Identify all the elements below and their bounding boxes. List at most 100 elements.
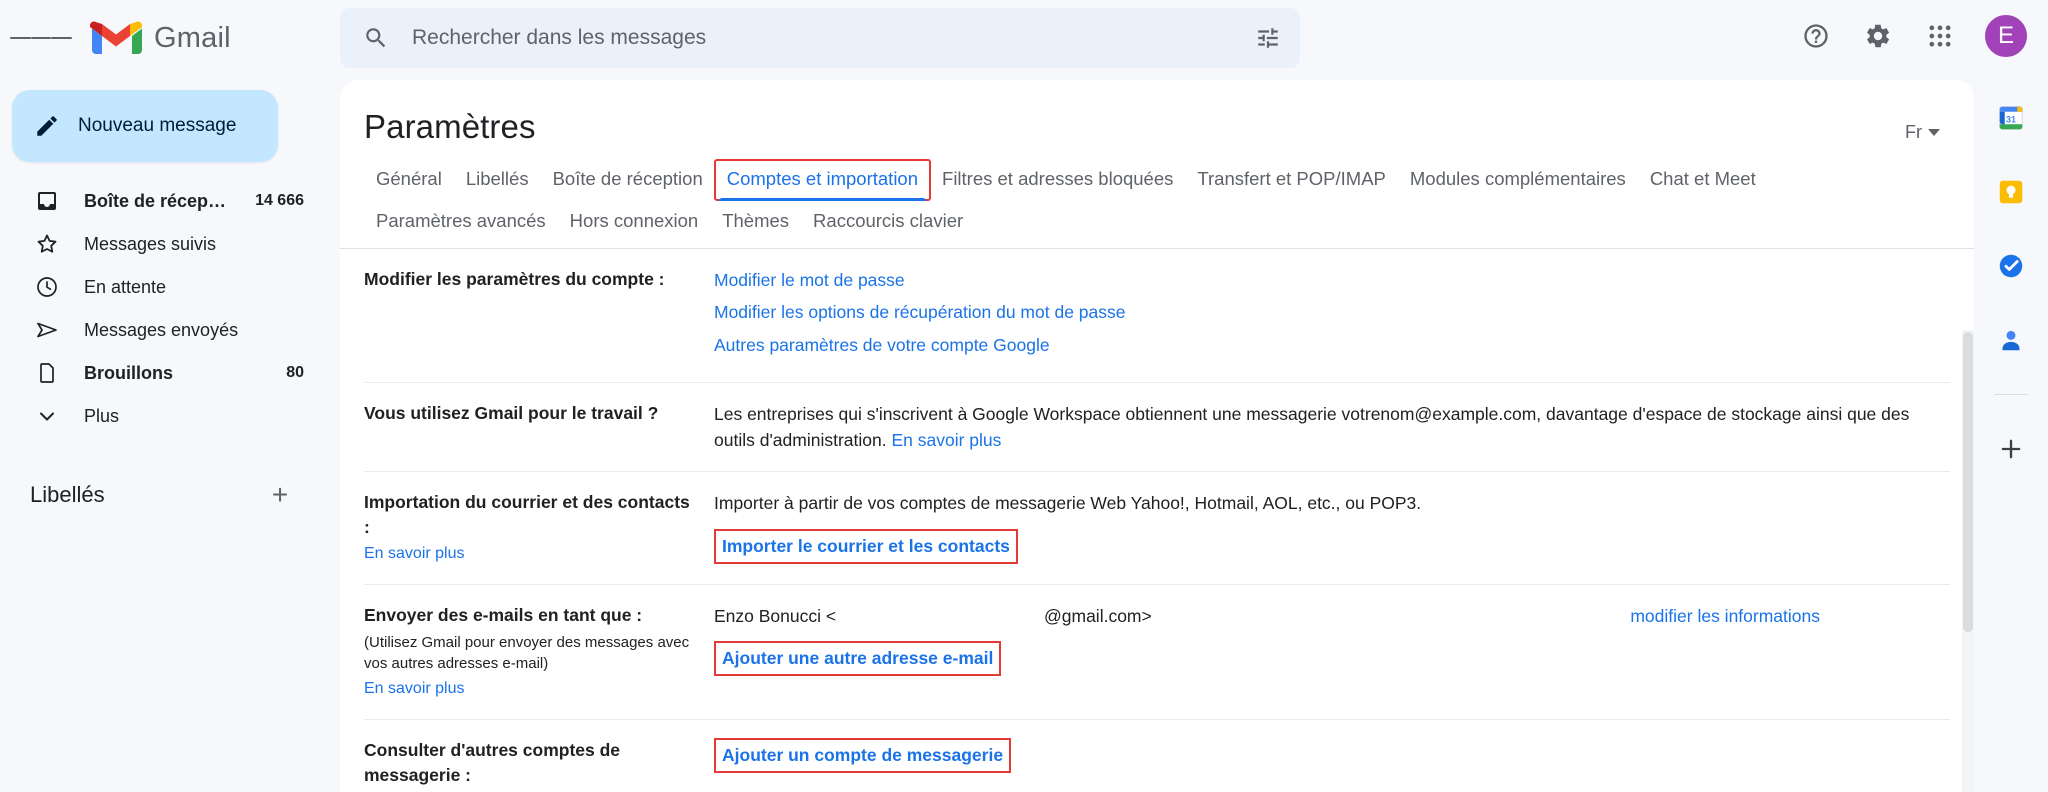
- search-box[interactable]: [340, 8, 1300, 68]
- sidebar-item-label: Plus: [84, 405, 120, 426]
- send-as-sublabel: (Utilisez Gmail pour envoyer des message…: [364, 633, 690, 673]
- settings-row-import: Importation du courrier et des contacts …: [364, 472, 1950, 585]
- settings-panel: Paramètres Fr Général Libellés Boîte de …: [340, 80, 1974, 792]
- send-as-learn-more-link[interactable]: En savoir plus: [364, 680, 465, 697]
- tab-inbox[interactable]: Boîte de réception: [541, 160, 715, 200]
- compose-button[interactable]: Nouveau message: [12, 90, 278, 162]
- row-body: Ajouter un compte de messagerie: [714, 737, 1950, 773]
- import-label: Importation du courrier et des contacts …: [364, 492, 690, 538]
- tab-filters-blocked[interactable]: Filtres et adresses bloquées: [930, 160, 1185, 200]
- settings-scrollbar-thumb[interactable]: [1963, 332, 1973, 632]
- settings-tab-row-1: Général Libellés Boîte de réception Comp…: [364, 159, 1950, 201]
- settings-row-gmail-for-work: Vous utilisez Gmail pour le travail ? Le…: [364, 383, 1950, 473]
- svg-text:31: 31: [2006, 114, 2016, 124]
- gmail-for-work-learn-more-link[interactable]: En savoir plus: [891, 430, 1001, 450]
- tab-themes[interactable]: Thèmes: [710, 202, 801, 242]
- account-settings-label: Modifier les paramètres du compte :: [364, 269, 665, 289]
- settings-gear-icon[interactable]: [1850, 8, 1906, 64]
- gmail-app: Gmail Rechercher dans les messages E Nou…: [0, 0, 2048, 792]
- main-menu-icon[interactable]: [10, 7, 73, 69]
- add-mail-account-link[interactable]: Ajouter un compte de messagerie: [714, 737, 1012, 773]
- draft-icon: [34, 360, 60, 386]
- chevron-down-icon: [34, 403, 60, 429]
- settings-row-send-mail-as: Envoyer des e-mails en tant que : (Utili…: [364, 585, 1950, 720]
- side-panel: 31: [1974, 76, 2048, 792]
- google-tasks-icon[interactable]: [1987, 242, 2035, 290]
- send-as-label: Envoyer des e-mails en tant que :: [364, 604, 643, 625]
- language-selector[interactable]: Fr: [1905, 122, 1940, 143]
- row-label: Consulter d'autres comptes de messagerie…: [364, 738, 714, 792]
- settings-tab-row-2: Paramètres avancés Hors connexion Thèmes…: [364, 202, 1950, 248]
- star-icon: [34, 231, 60, 257]
- sidebar-item-label: En attente: [84, 276, 167, 297]
- language-label: Fr: [1905, 122, 1922, 142]
- labels-header: Libellés +: [0, 471, 326, 519]
- gmail-logo-brand[interactable]: Gmail: [90, 18, 231, 58]
- tab-accounts-and-import[interactable]: Comptes et importation: [713, 159, 932, 201]
- send-as-account-domain: @gmail.com>: [1044, 605, 1152, 626]
- sidebar-item-inbox[interactable]: Boîte de récep… 14 666: [0, 180, 326, 222]
- change-password-recovery-link[interactable]: Modifier les options de récupération du …: [714, 299, 1950, 325]
- settings-header: Paramètres Fr: [340, 80, 1974, 146]
- brand-title: Gmail: [154, 21, 231, 54]
- sidebar-item-count: 80: [286, 364, 304, 381]
- row-label: Importation du courrier et des contacts …: [364, 490, 714, 565]
- send-as-row: Enzo Bonucci < @gmail.com> modifier les …: [714, 603, 1950, 629]
- avatar[interactable]: E: [1982, 12, 2030, 60]
- row-body: Importer à partir de vos comptes de mess…: [714, 490, 1950, 564]
- tab-addons[interactable]: Modules complémentaires: [1398, 160, 1638, 200]
- row-label: Envoyer des e-mails en tant que : (Utili…: [364, 603, 714, 701]
- page-title: Paramètres: [364, 108, 536, 145]
- google-contacts-icon[interactable]: [1987, 316, 2035, 364]
- tab-general[interactable]: Général: [364, 160, 454, 200]
- search-area: [340, 8, 1300, 68]
- add-app-icon[interactable]: [1987, 425, 2035, 473]
- tab-forwarding-pop-imap[interactable]: Transfert et POP/IMAP: [1185, 160, 1397, 200]
- sidebar-item-starred[interactable]: Messages suivis: [0, 223, 326, 265]
- google-calendar-icon[interactable]: 31: [1987, 94, 2035, 142]
- row-label: Vous utilisez Gmail pour le travail ?: [364, 401, 714, 426]
- sidebar-item-more[interactable]: Plus: [0, 395, 326, 437]
- send-as-edit-info-link[interactable]: modifier les informations: [1630, 606, 1820, 626]
- sidebar-item-label: Messages suivis: [84, 233, 217, 254]
- add-another-email-address-link[interactable]: Ajouter une autre adresse e-mail: [714, 640, 1002, 677]
- search-input[interactable]: [400, 25, 1244, 51]
- settings-row-account: Modifier les paramètres du compte : Modi…: [364, 249, 1950, 383]
- google-keep-icon[interactable]: [1987, 168, 2035, 216]
- row-body: Modifier le mot de passe Modifier les op…: [714, 267, 1950, 364]
- google-apps-icon[interactable]: [1912, 8, 1968, 64]
- sidebar-item-snoozed[interactable]: En attente: [0, 266, 326, 308]
- tab-labels[interactable]: Libellés: [454, 160, 541, 200]
- sidebar-item-drafts[interactable]: Brouillons 80: [0, 352, 326, 394]
- import-mail-and-contacts-link[interactable]: Importer le courrier et les contacts: [714, 528, 1018, 564]
- clock-icon: [34, 274, 60, 300]
- sidebar: Nouveau message Boîte de récep… 14 666 M…: [0, 76, 326, 792]
- tab-chat-and-meet[interactable]: Chat et Meet: [1638, 160, 1768, 200]
- sidebar-item-label: Brouillons: [84, 362, 173, 383]
- top-bar: Gmail Rechercher dans les messages E: [0, 0, 2048, 76]
- pencil-icon: [37, 116, 57, 136]
- search-options-icon[interactable]: [1244, 14, 1292, 62]
- compose-label: Nouveau message: [78, 115, 237, 136]
- tab-offline[interactable]: Hors connexion: [558, 202, 711, 242]
- rail-divider: [1994, 394, 2028, 395]
- gmail-for-work-label: Vous utilisez Gmail pour le travail ?: [364, 402, 659, 423]
- search-icon[interactable]: [352, 14, 400, 62]
- sidebar-item-sent[interactable]: Messages envoyés: [0, 309, 326, 351]
- inbox-icon: [34, 188, 60, 214]
- create-label-icon[interactable]: +: [258, 473, 302, 517]
- sidebar-item-label: Boîte de récep…: [84, 190, 227, 211]
- tab-advanced[interactable]: Paramètres avancés: [364, 202, 558, 242]
- import-learn-more-link[interactable]: En savoir plus: [364, 545, 465, 562]
- send-as-edit-cell: modifier les informations: [1604, 603, 1950, 629]
- settings-tabs: Général Libellés Boîte de réception Comp…: [340, 146, 1974, 249]
- google-account-settings-link[interactable]: Autres paramètres de votre compte Google: [714, 332, 1950, 358]
- change-password-link[interactable]: Modifier le mot de passe: [714, 267, 1950, 293]
- settings-row-check-other-accounts: Consulter d'autres comptes de messagerie…: [364, 720, 1950, 792]
- row-label: Modifier les paramètres du compte :: [364, 267, 714, 292]
- tab-keyboard-shortcuts[interactable]: Raccourcis clavier: [801, 202, 975, 242]
- sidebar-item-count: 14 666: [255, 192, 304, 209]
- help-icon[interactable]: [1788, 8, 1844, 64]
- import-description: Importer à partir de vos comptes de mess…: [714, 493, 1422, 514]
- row-body: Enzo Bonucci < @gmail.com> modifier les …: [714, 603, 1950, 677]
